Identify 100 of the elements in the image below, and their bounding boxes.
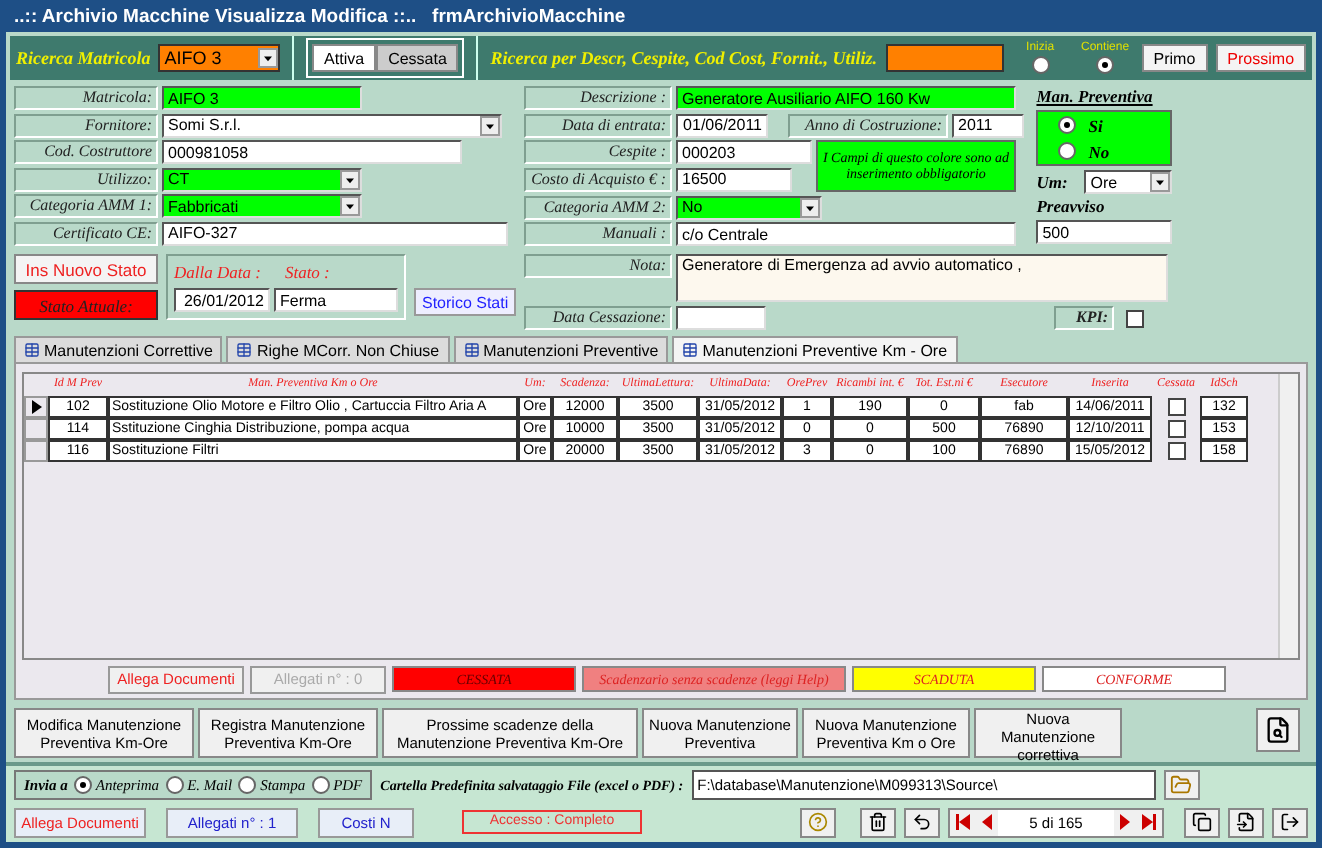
new-state-button[interactable]: Ins Nuovo Stato (14, 254, 158, 284)
row-selector[interactable] (24, 396, 48, 418)
preventive-label: Man. Preventiva (1036, 86, 1155, 106)
description-search-field[interactable] (885, 44, 1004, 72)
dropdown-field[interactable]: No (676, 195, 822, 219)
notes-field[interactable]: Generatore di Emergenza ad avvio automatico , (676, 253, 1168, 301)
cessata-checkbox[interactable] (1167, 398, 1185, 416)
send-option-radio[interactable] (311, 776, 330, 795)
search-mode-radio[interactable] (1096, 56, 1115, 74)
input-field[interactable]: 000981058 (162, 140, 462, 164)
field-label: Fornitore: (14, 113, 158, 137)
table-icon (682, 342, 699, 358)
folder-icon (1170, 774, 1193, 797)
cessata-checkbox[interactable] (1167, 420, 1185, 438)
previous-record-button[interactable] (974, 809, 998, 836)
um-label: Um: (1036, 172, 1070, 192)
input-field[interactable]: 01/06/2011 (676, 113, 768, 137)
date-label: Dalla Data : (174, 262, 261, 282)
table-icon (463, 342, 480, 358)
field-label: Certificato CE: (14, 221, 158, 245)
notice-label: Preavviso (1036, 198, 1107, 216)
document-search-icon (1264, 716, 1292, 744)
last-record-button[interactable] (1138, 809, 1162, 836)
preventive-radio[interactable] (1058, 116, 1077, 134)
tab[interactable]: Manutenzioni Correttive (14, 336, 223, 362)
input-field[interactable]: AIFO-327 (162, 221, 508, 245)
field-label: Categoria AMM 1: (14, 194, 158, 218)
field-label: Descrizione : (524, 86, 672, 110)
import-button[interactable] (1228, 807, 1264, 838)
status-toggle-button[interactable]: Cessata (376, 44, 459, 72)
send-option-radio[interactable] (238, 776, 257, 795)
scroll-bar[interactable] (1278, 374, 1298, 658)
send-option-radio[interactable] (165, 776, 184, 795)
field-label: Data Cessazione: (524, 306, 672, 330)
next-record-button[interactable] (1114, 809, 1138, 836)
input-field[interactable]: 2011 (952, 113, 1024, 137)
table-icon (236, 342, 253, 358)
preventive-option-label: No (1088, 141, 1110, 161)
field-label: Nota: (524, 253, 672, 277)
tab[interactable]: Manutenzioni Preventive (453, 336, 669, 362)
state-label: Stato : (284, 262, 330, 282)
copy-icon (1192, 812, 1212, 833)
help-button[interactable] (800, 807, 836, 838)
last-record-icon (1142, 814, 1158, 831)
table-icon (24, 342, 40, 358)
trash-icon (868, 812, 888, 833)
input-field[interactable]: 000203 (676, 140, 812, 164)
print-preview-button[interactable] (1256, 708, 1300, 752)
previous-icon (978, 814, 994, 831)
field-label: Categoria AMM 2: (524, 195, 672, 219)
file-icon (1236, 812, 1256, 833)
dropdown-field[interactable]: Somi S.r.l. (162, 113, 502, 137)
input-field[interactable] (676, 306, 766, 330)
state-date-field[interactable]: 26/01/2012 (174, 288, 270, 312)
help-icon (808, 812, 828, 833)
send-option-radio[interactable] (73, 776, 92, 795)
dropdown-field[interactable]: Fabbricati (162, 194, 362, 218)
tab[interactable]: Manutenzioni Preventive Km - Ore (672, 336, 958, 362)
navigation-button[interactable]: Primo (1141, 44, 1208, 72)
search-mode-radio[interactable] (1031, 56, 1050, 74)
status-toggle-button[interactable]: Attiva (312, 44, 377, 72)
state-history-button[interactable]: Storico Stati (414, 288, 517, 316)
tab[interactable]: Righe MCorr. Non Chiuse (226, 336, 450, 362)
window-title: ..:: Archivio Macchine Visualizza Modifica ::.. frmArchivioMacchine (12, 3, 628, 31)
preventive-option-label: Si (1088, 115, 1103, 135)
search-label: Ricerca per Descr, Cespite, Cod Cost, Fornit., Utiliz. (490, 48, 878, 68)
current-row-icon (31, 400, 41, 414)
first-record-button[interactable] (950, 809, 974, 836)
input-field[interactable]: c/o Centrale (676, 222, 1016, 246)
field-label: Costo di Acquisto € : (524, 167, 672, 191)
input-field[interactable]: 16500 (676, 167, 792, 191)
cessata-checkbox[interactable] (1167, 442, 1185, 460)
copy-button[interactable] (1184, 807, 1220, 838)
input-field[interactable]: Generatore Ausiliario AIFO 160 Kw (676, 86, 1016, 110)
exit-icon (1280, 812, 1300, 833)
field-label: Cespite : (524, 140, 672, 164)
current-state-label: Stato Attuale: (14, 290, 158, 320)
state-field[interactable]: Ferma (274, 288, 398, 312)
search-label: Ricerca Matricola (16, 48, 151, 68)
exit-button[interactable] (1272, 807, 1308, 838)
navigation-button[interactable]: Prossimo (1215, 44, 1307, 72)
delete-button[interactable] (860, 807, 896, 838)
preventive-radio[interactable] (1058, 142, 1077, 160)
field-label: Cod. Costruttore (14, 140, 158, 164)
input-field[interactable]: AIFO 3 (162, 86, 362, 110)
undo-icon (912, 812, 932, 833)
kpi-checkbox[interactable] (1126, 309, 1144, 327)
field-label: Utilizzo: (14, 167, 158, 191)
input-field[interactable]: 500 (1036, 220, 1173, 244)
dropdown-field[interactable]: CT (162, 167, 362, 191)
undo-button[interactable] (904, 807, 940, 838)
kpi-label: KPI: (1054, 306, 1114, 330)
dropdown-field[interactable]: Ore (1084, 170, 1173, 194)
matricola-search-field[interactable]: AIFO 3 (158, 44, 281, 72)
field-label: Matricola: (14, 86, 158, 110)
field-label: Manuali : (524, 222, 672, 246)
next-icon (1118, 814, 1134, 831)
field-label: Data di entrata: (524, 113, 672, 137)
first-record-icon (954, 814, 970, 831)
field-label: Anno di Costruzione: (788, 113, 948, 137)
